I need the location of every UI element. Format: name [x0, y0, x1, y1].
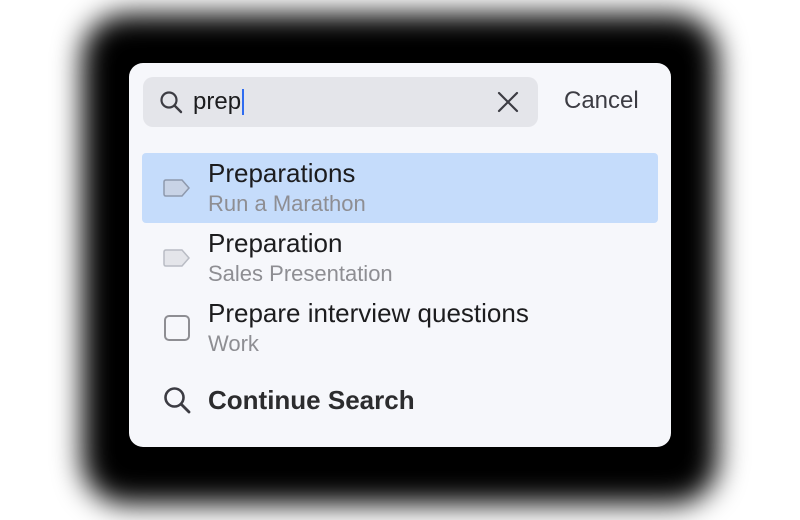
result-title: Preparation [208, 228, 343, 258]
clear-icon[interactable] [496, 90, 520, 114]
search-result-item[interactable]: Preparation Sales Presentation [142, 223, 658, 293]
text-caret [242, 89, 245, 115]
result-title: Preparations [208, 158, 356, 188]
search-field[interactable]: prep [143, 77, 538, 127]
result-subtitle: Sales Presentation [208, 261, 393, 286]
result-title: Prepare interview questions [208, 298, 529, 328]
search-icon [164, 387, 191, 414]
continue-search-label: Continue Search [208, 385, 415, 415]
tag-icon [163, 249, 190, 267]
search-icon [160, 91, 183, 114]
continue-search-button[interactable]: Continue Search [142, 375, 658, 425]
result-subtitle: Work [208, 331, 259, 356]
checkbox-icon [164, 315, 190, 341]
result-subtitle: Run a Marathon [208, 191, 366, 216]
search-input[interactable]: prep [193, 88, 245, 115]
search-query-text: prep [193, 88, 242, 115]
tag-icon [163, 179, 190, 197]
search-result-item[interactable]: Prepare interview questions Work [142, 293, 658, 363]
cancel-button[interactable]: Cancel [564, 87, 639, 115]
quick-search-panel: prep Cancel Preparations Run a Marathon … [129, 63, 671, 447]
search-result-item[interactable]: Preparations Run a Marathon [142, 153, 658, 223]
